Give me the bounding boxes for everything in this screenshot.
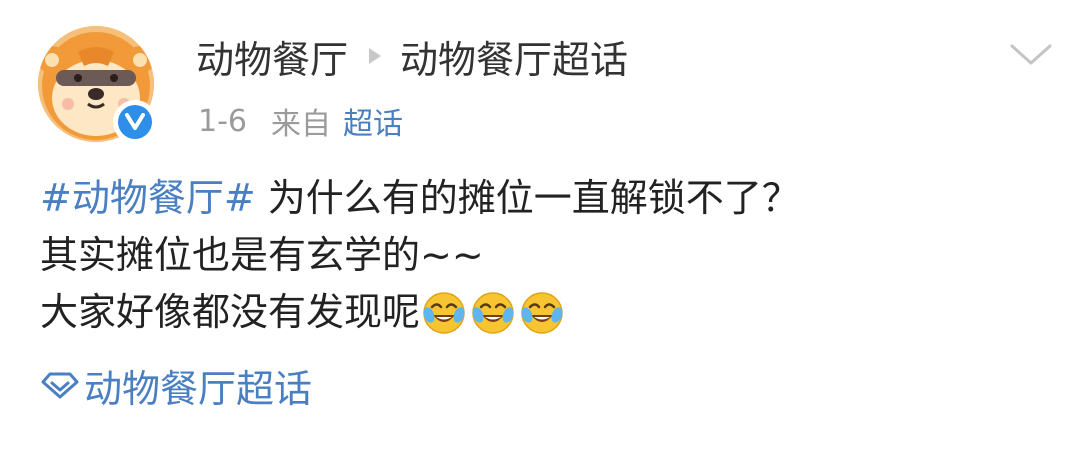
post-line-3: 大家好像都没有发现呢: [40, 284, 1040, 341]
laughing-crying-emoji: [472, 291, 514, 334]
triangle-right-icon: [368, 47, 382, 65]
verified-v-icon: [118, 105, 152, 139]
post-meta: 1-6 来自 超话: [198, 99, 403, 143]
topic-title-link[interactable]: 动物餐厅超话: [400, 29, 628, 84]
post-line-2: 其实摊位也是有玄学的~~: [40, 227, 1040, 284]
emoji-group: [422, 291, 569, 335]
post-text: 大家好像都没有发现呢: [40, 290, 421, 334]
from-label: 来自: [271, 107, 331, 142]
source-link[interactable]: 超话: [343, 99, 403, 143]
post-line-1: #动物餐厅# 为什么有的摊位一直解锁不了？: [40, 170, 1040, 227]
post-header: 动物餐厅 动物餐厅超话: [196, 30, 628, 82]
super-topic-link[interactable]: 动物餐厅超话: [40, 360, 313, 411]
diamond-icon: [40, 370, 80, 400]
username-link[interactable]: 动物餐厅: [196, 29, 348, 84]
hashtag-link[interactable]: #动物餐厅#: [40, 170, 256, 227]
chevron-down-icon[interactable]: [1006, 36, 1056, 72]
verified-badge: [113, 100, 157, 144]
post-text: 为什么有的摊位一直解锁不了？: [267, 176, 800, 220]
post-text: 其实摊位也是有玄学的~~: [40, 233, 484, 277]
super-topic-label: 动物餐厅超话: [84, 366, 313, 411]
weibo-post-card: 动物餐厅 动物餐厅超话 1-6 来自 超话 #动物餐厅# 为什么有的摊位一直解锁…: [0, 0, 1080, 449]
laughing-crying-emoji: [521, 291, 563, 334]
post-date: 1-6: [198, 103, 247, 139]
post-body: #动物餐厅# 为什么有的摊位一直解锁不了？ 其实摊位也是有玄学的~~ 大家好像都…: [40, 170, 1040, 341]
laughing-crying-emoji: [423, 291, 465, 334]
